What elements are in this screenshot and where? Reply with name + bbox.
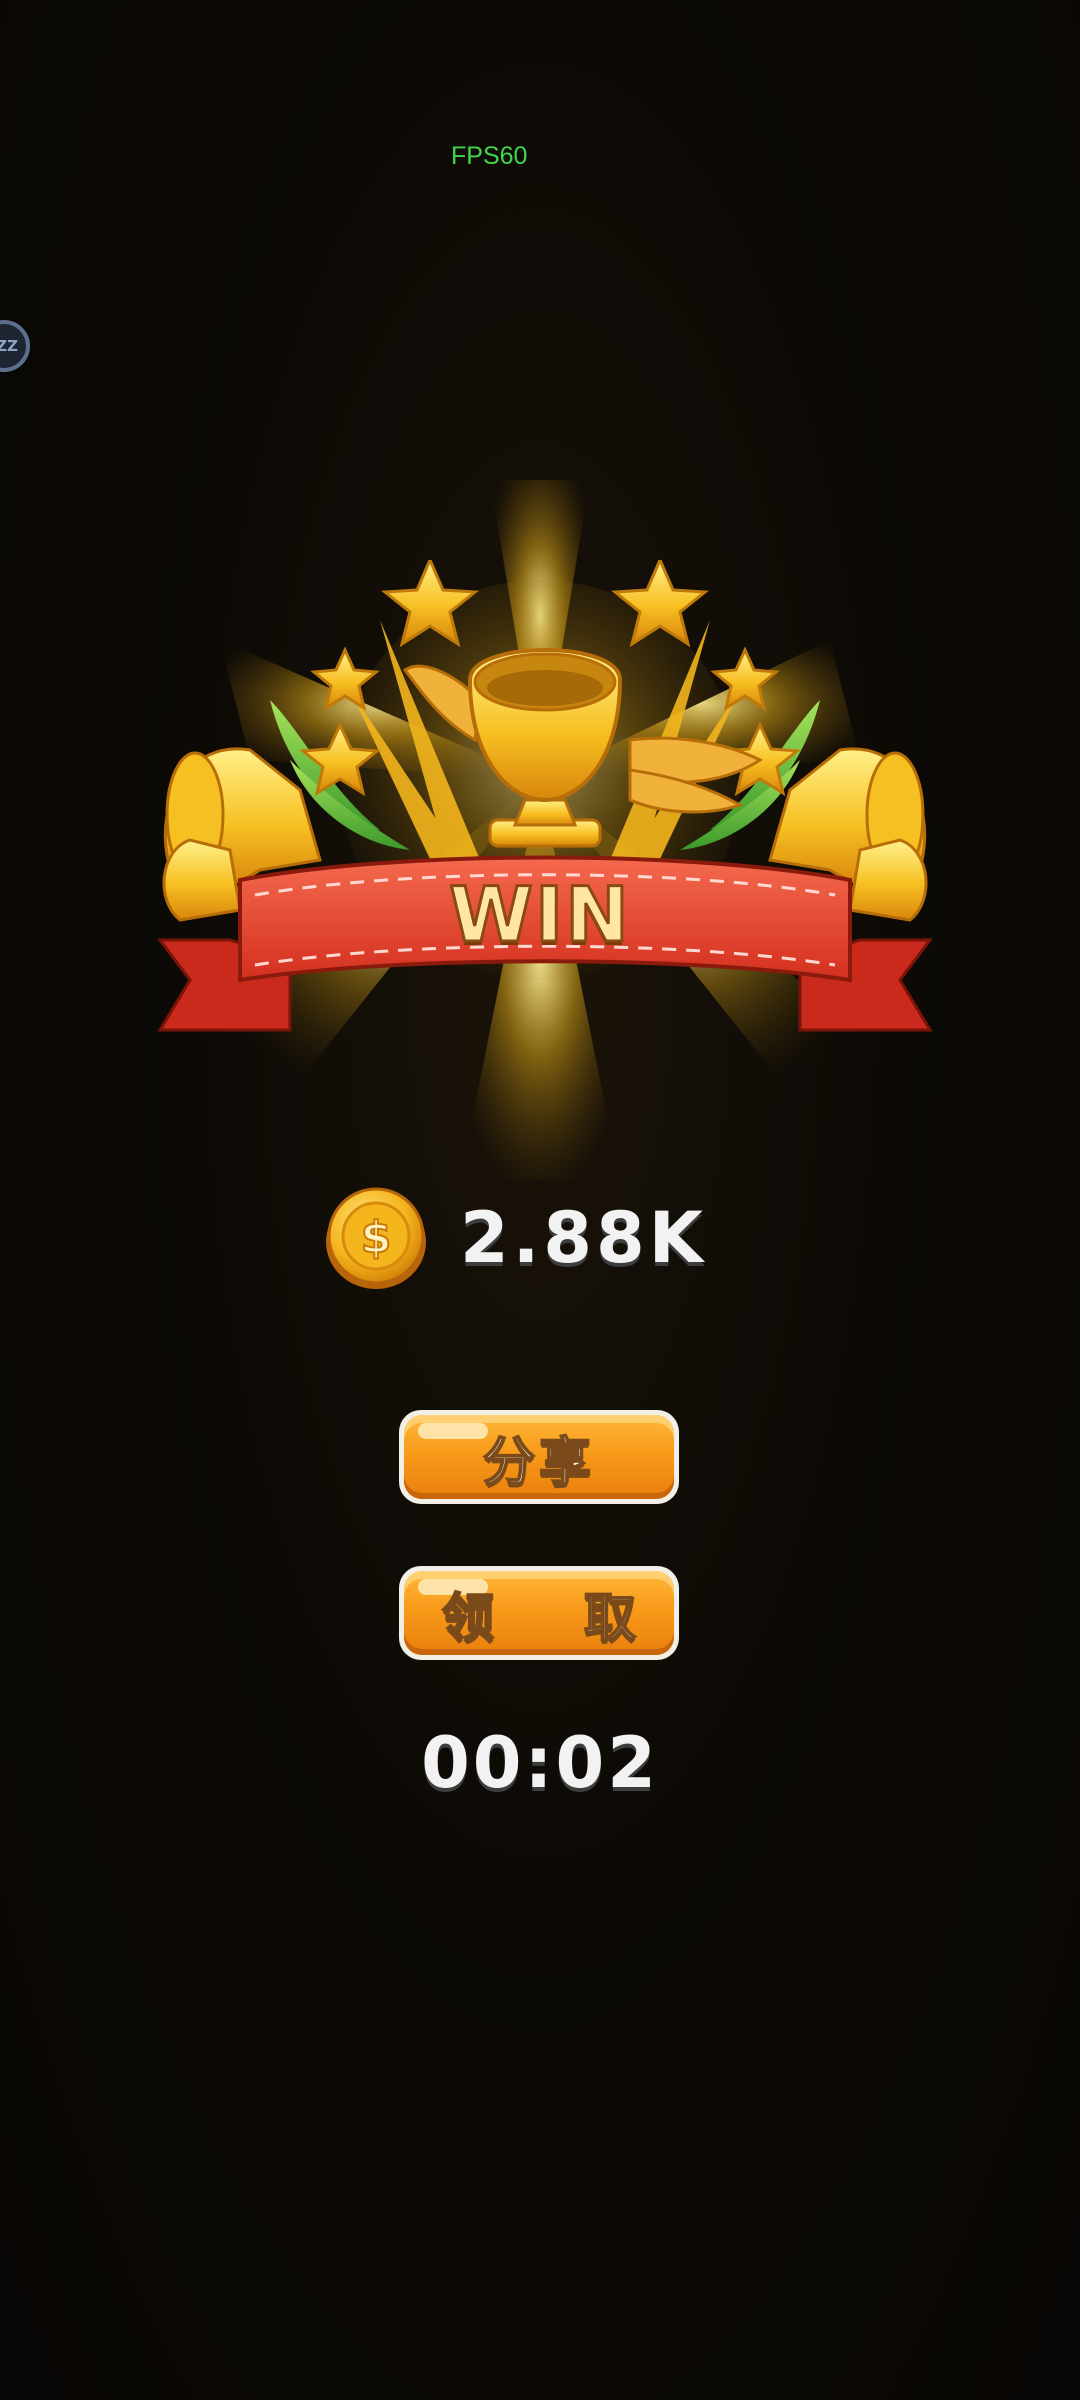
countdown-timer: 00:02 [421,1722,659,1804]
floating-assistant-ball[interactable]: ZZ [0,320,30,372]
win-screen: FPS60 ZZ WIN $ 2.88K 分享 领 取 00:02 [0,0,1080,2400]
share-button-label: 分享 [482,1432,595,1494]
win-trophy-banner [157,560,933,1032]
claim-button[interactable]: 领 取 [399,1566,679,1660]
fps-counter: FPS60 [451,142,528,170]
claim-button-label: 领 取 [441,1588,673,1650]
svg-text:$: $ [361,1212,392,1263]
reward-row: $ 2.88K [324,1187,707,1289]
dollar-coin-icon: $ [326,1187,426,1289]
reward-amount: 2.88K [460,1197,707,1279]
floating-ball-label: ZZ [0,337,18,355]
win-title: WIN [448,869,631,961]
trophy-icon [467,648,623,848]
share-button[interactable]: 分享 [399,1410,679,1504]
